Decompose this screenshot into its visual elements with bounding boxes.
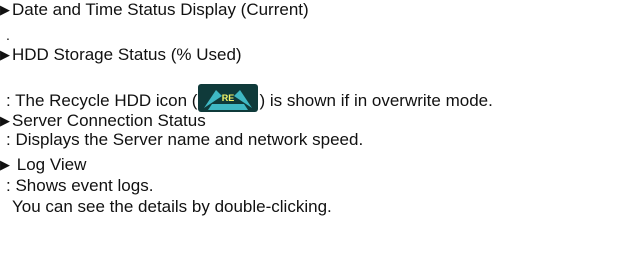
item-label: Log View xyxy=(16,155,87,174)
item-hdd-storage: ▶ HDD Storage Status (% Used) xyxy=(0,45,242,65)
log-note: : Shows event logs. xyxy=(6,176,154,195)
log-note-2: You can see the details by double-clicki… xyxy=(12,197,332,216)
recycle-icon-text: RE xyxy=(222,93,235,103)
item-label: HDD Storage Status (% Used) xyxy=(12,45,242,64)
item-server-connection: ▶ Server Connection Status xyxy=(0,111,206,131)
bullet-triangle-icon: ▶ xyxy=(0,113,10,128)
bullet-triangle-icon: ▶ xyxy=(0,47,10,62)
item-label: Server Connection Status xyxy=(12,111,206,130)
item-log-view: ▶ Log View xyxy=(0,155,86,175)
bullet-triangle-icon: ▶ xyxy=(0,157,10,172)
hdd-note-text-after: ) is shown if in overwrite mode. xyxy=(259,91,493,110)
server-note: : Displays the Server name and network s… xyxy=(6,130,364,149)
item-date-time: ▶ Date and Time Status Display (Current) xyxy=(0,0,309,20)
bullet-triangle-icon: ▶ xyxy=(0,2,10,17)
hdd-note: : The Recycle HDD icon ( RE ) is shown i… xyxy=(6,84,493,112)
stray-dot: . xyxy=(6,27,10,43)
recycle-hdd-icon: RE xyxy=(198,84,259,112)
hdd-note-text-before: : The Recycle HDD icon ( xyxy=(6,91,198,110)
item-label: Date and Time Status Display (Current) xyxy=(12,0,309,19)
